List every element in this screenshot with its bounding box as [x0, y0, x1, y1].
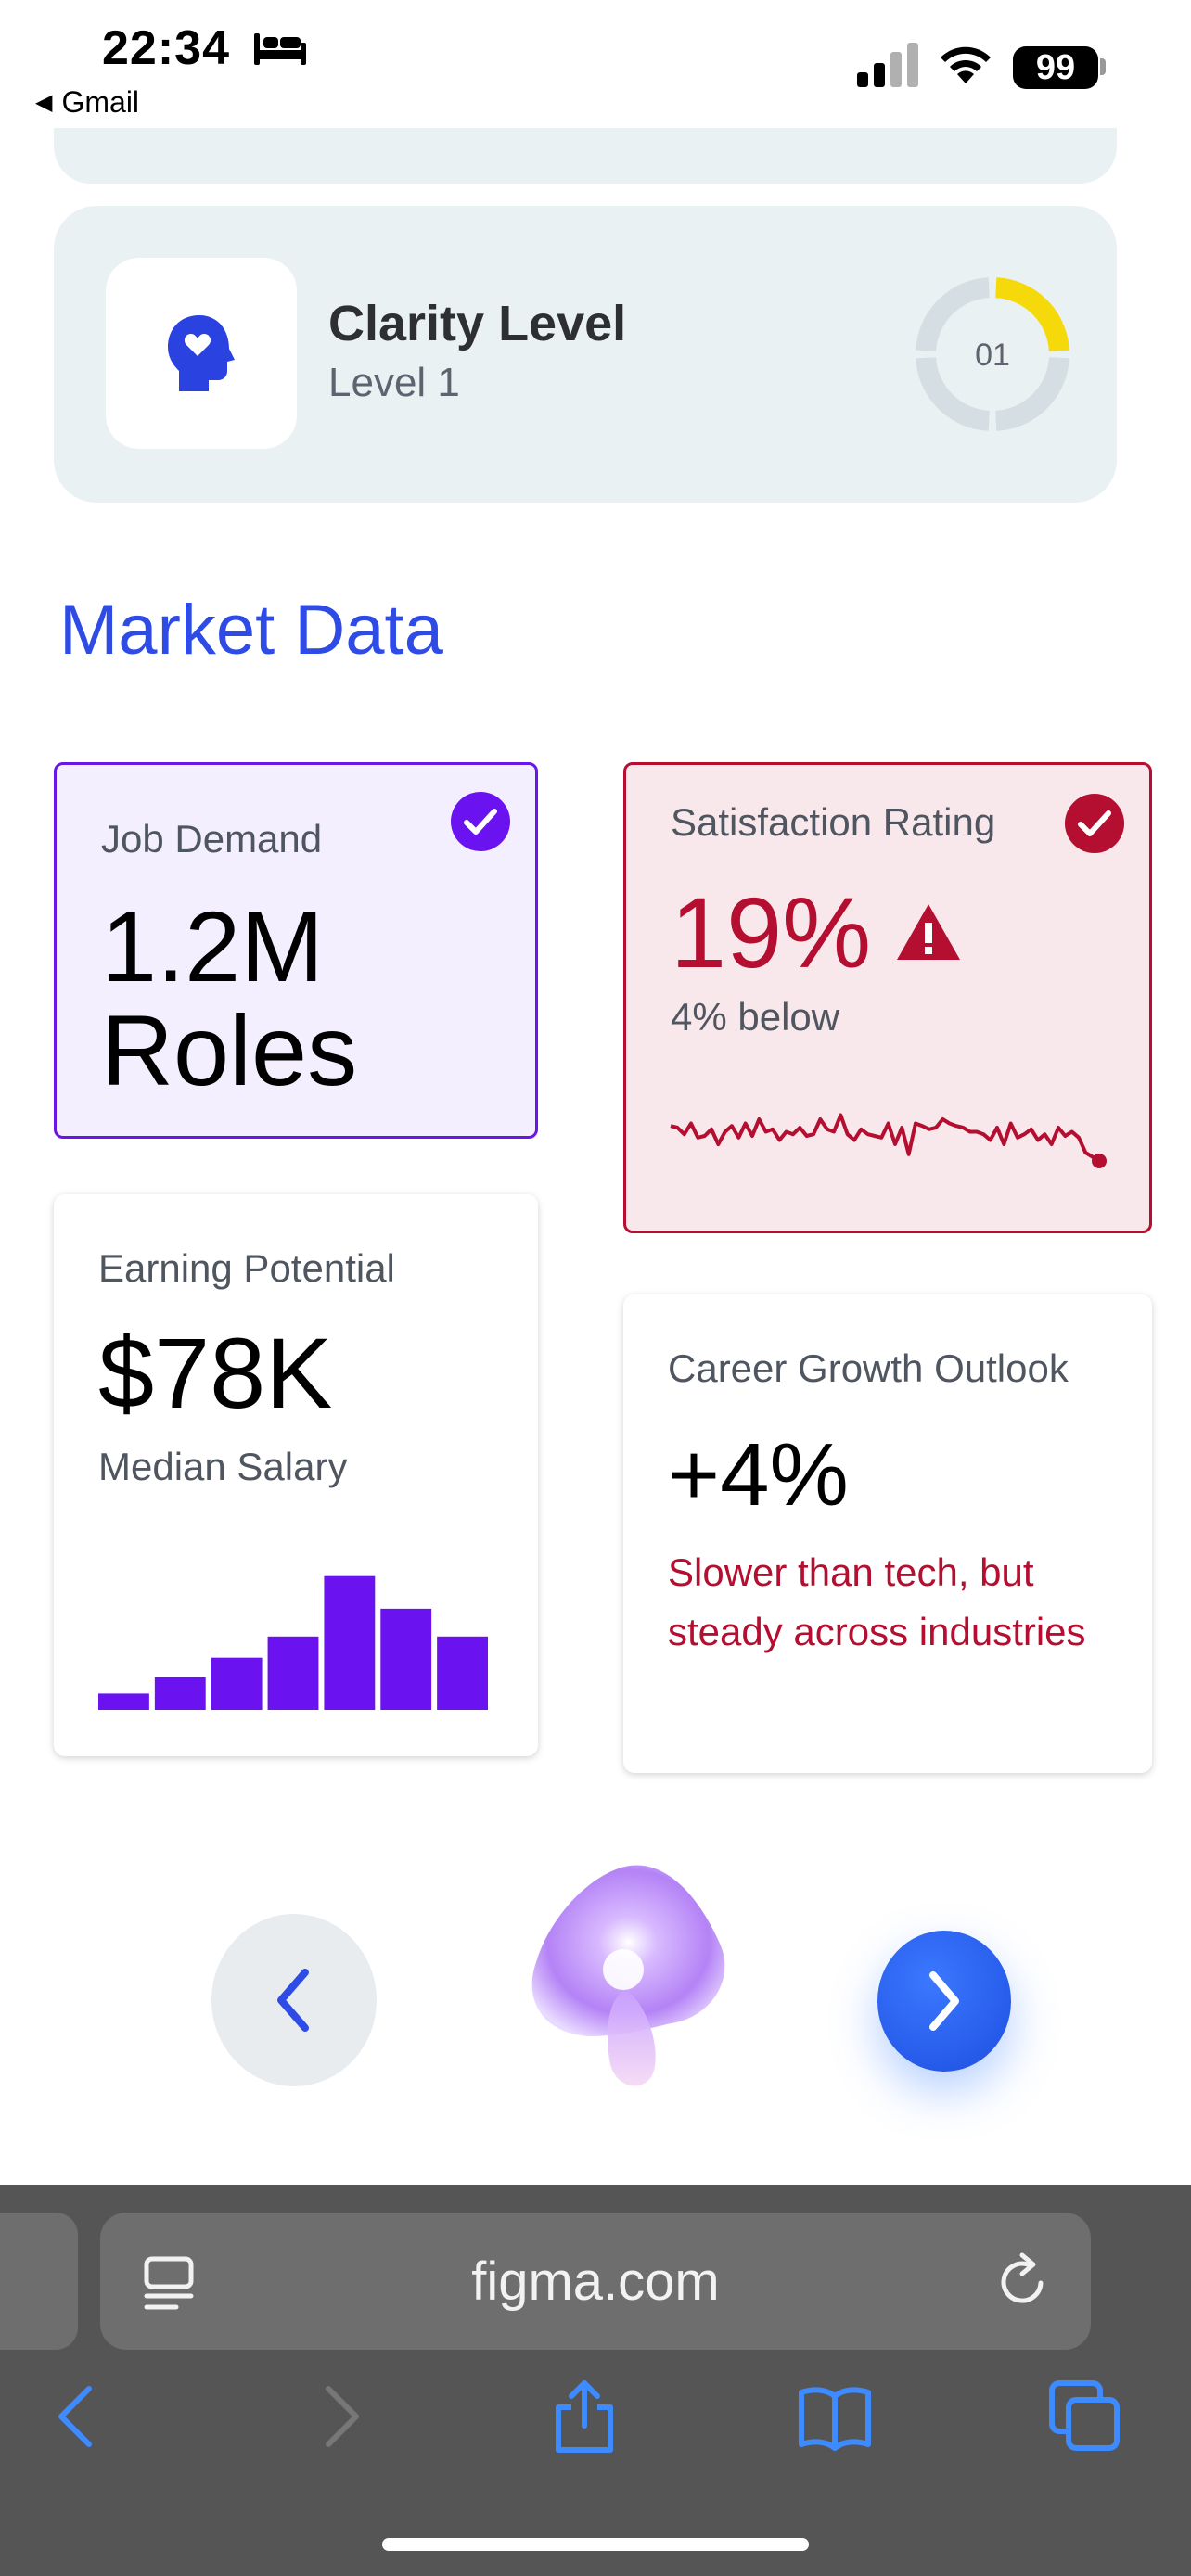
salary-bar	[154, 1677, 206, 1710]
bed-icon	[254, 33, 306, 65]
share-icon[interactable]	[547, 2379, 621, 2454]
browser-forward-icon[interactable]	[302, 2379, 377, 2454]
battery-nub	[1100, 58, 1106, 75]
address-bar[interactable]: figma.com	[100, 2213, 1091, 2350]
wifi-icon	[941, 46, 991, 83]
salary-bar	[211, 1657, 263, 1710]
previous-button[interactable]	[211, 1914, 377, 2086]
clarity-progress-ring: 01	[916, 277, 1069, 431]
satisfaction-sparkline	[670, 1113, 1107, 1168]
sparkline-series	[670, 1113, 1101, 1163]
career-growth-card[interactable]: Career Growth Outlook +4% Slower than te…	[623, 1294, 1152, 1773]
job-demand-card[interactable]: Job Demand 1.2M Roles	[54, 762, 538, 1139]
back-to-gmail-link[interactable]: ◀ Gmail	[35, 85, 139, 120]
job-demand-value: 1.2M Roles	[101, 890, 358, 1106]
satisfaction-sub: 4% below	[671, 995, 840, 1039]
reload-icon[interactable]	[992, 2251, 1052, 2311]
clarity-icon-box	[106, 258, 297, 449]
ring-label: 01	[975, 338, 1010, 373]
growth-label: Career Growth Outlook	[668, 1346, 1069, 1390]
salary-bar	[324, 1575, 376, 1710]
next-button[interactable]	[877, 1931, 1011, 2072]
job-demand-label: Job Demand	[101, 817, 323, 861]
clarity-title: Clarity Level	[328, 296, 627, 351]
satisfaction-value: 19%	[671, 876, 872, 988]
battery-indicator: 99	[1013, 46, 1098, 89]
chevron-left-icon	[277, 1969, 309, 2032]
home-indicator	[382, 2538, 809, 2551]
back-triangle-icon: ◀	[35, 90, 53, 115]
growth-value: +4%	[668, 1425, 849, 1524]
market-data-heading: Market Data	[59, 591, 443, 670]
satisfaction-label: Satisfaction Rating	[671, 800, 996, 844]
check-circle-icon	[1065, 794, 1124, 853]
satisfaction-rating-card[interactable]: Satisfaction Rating 19% 4% below	[623, 762, 1152, 1233]
browser-back-icon[interactable]	[41, 2379, 115, 2454]
head-heart-icon	[168, 315, 235, 391]
chevron-right-icon	[929, 1971, 959, 2031]
salary-bar	[267, 1636, 319, 1710]
previous-tab-stub[interactable]	[0, 2213, 78, 2350]
bookmarks-icon[interactable]	[798, 2379, 872, 2454]
sparkline-end-point	[1092, 1154, 1107, 1168]
earning-sub: Median Salary	[98, 1445, 348, 1488]
earning-label: Earning Potential	[98, 1246, 395, 1290]
check-circle-icon	[451, 792, 510, 851]
salary-bar-chart	[98, 1575, 488, 1710]
status-time: 22:34	[102, 21, 230, 75]
salary-bar	[437, 1636, 488, 1710]
earning-value: $78K	[98, 1317, 333, 1429]
tabs-icon[interactable]	[1048, 2379, 1122, 2454]
cellular-signal-icon	[857, 43, 918, 87]
back-label: Gmail	[61, 85, 140, 119]
salary-bar	[98, 1693, 149, 1710]
clarity-level: Level 1	[328, 360, 460, 405]
page-menu-icon[interactable]	[139, 2253, 198, 2313]
earning-potential-card[interactable]: Earning Potential $78K Median Salary	[54, 1194, 538, 1756]
assistant-blob-icon	[531, 1865, 725, 2086]
previous-card-edge	[54, 128, 1117, 184]
growth-note: Slower than tech, but steady across indu…	[668, 1550, 1086, 1653]
url-text: figma.com	[471, 2251, 720, 2312]
warning-icon	[897, 904, 960, 960]
salary-bar	[380, 1608, 432, 1710]
